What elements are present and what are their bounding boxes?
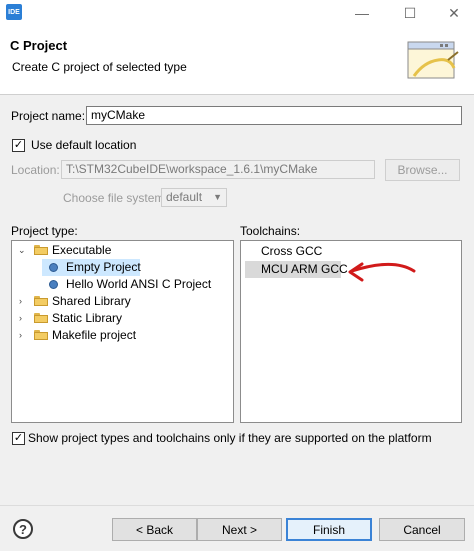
tree-item-label: Executable bbox=[52, 243, 112, 257]
tree-item-empty-project[interactable]: Empty Project bbox=[12, 259, 233, 276]
location-label: Location: bbox=[11, 163, 60, 177]
tree-item-shared-library[interactable]: › Shared Library bbox=[12, 293, 233, 310]
tree-item-static-library[interactable]: › Static Library bbox=[12, 310, 233, 327]
tree-item-label: Empty Project bbox=[66, 260, 141, 274]
project-type-label: Project type: bbox=[11, 224, 78, 238]
check-icon: ✓ bbox=[13, 432, 24, 444]
chevron-right-icon[interactable]: › bbox=[19, 293, 29, 310]
toolchains-label: Toolchains: bbox=[240, 224, 301, 238]
chevron-right-icon[interactable]: › bbox=[19, 310, 29, 327]
file-system-value: default bbox=[166, 190, 203, 204]
close-button[interactable]: ✕ bbox=[438, 0, 470, 26]
app-icon: IDE bbox=[6, 4, 22, 20]
use-default-location-label: Use default location bbox=[31, 138, 137, 152]
folder-icon bbox=[34, 313, 48, 323]
finish-button[interactable]: Finish bbox=[286, 518, 372, 541]
tree-item-hello-world[interactable]: Hello World ANSI C Project bbox=[12, 276, 233, 293]
folder-icon bbox=[34, 330, 48, 340]
tree-item-label: Shared Library bbox=[52, 294, 131, 308]
page-title: C Project bbox=[10, 38, 68, 53]
list-item-label: Cross GCC bbox=[261, 244, 323, 258]
tree-item-makefile-project[interactable]: › Makefile project bbox=[12, 327, 233, 344]
wizard-banner-icon bbox=[407, 41, 459, 79]
project-name-label: Project name: bbox=[11, 109, 86, 123]
annotation-arrow bbox=[348, 262, 416, 282]
page-description: Create C project of selected type bbox=[12, 60, 187, 74]
file-system-select[interactable]: default ▼ bbox=[161, 188, 227, 207]
browse-button[interactable]: Browse... bbox=[385, 159, 460, 181]
use-default-location-checkbox[interactable]: ✓ bbox=[12, 139, 25, 152]
file-system-label: Choose file system: bbox=[63, 191, 168, 205]
project-name-input[interactable]: myCMake bbox=[86, 106, 462, 125]
folder-icon bbox=[34, 296, 48, 306]
tree-item-label: Makefile project bbox=[52, 328, 137, 342]
tree-item-label: Static Library bbox=[52, 311, 123, 325]
chevron-right-icon[interactable]: › bbox=[19, 327, 29, 344]
minimize-button[interactable]: — bbox=[346, 0, 378, 26]
chevron-down-icon: ▼ bbox=[213, 192, 222, 202]
back-button[interactable]: < Back bbox=[112, 518, 197, 541]
show-supported-label: Show project types and toolchains only i… bbox=[28, 431, 432, 445]
maximize-button[interactable]: ☐ bbox=[394, 0, 426, 26]
footer-divider bbox=[0, 505, 474, 506]
project-type-tree[interactable]: ⌄ Executable Empty Project Hello World A… bbox=[11, 240, 234, 423]
wizard-header: C Project Create C project of selected t… bbox=[0, 26, 474, 95]
project-type-icon bbox=[49, 280, 58, 289]
tree-item-label: Hello World ANSI C Project bbox=[66, 277, 212, 291]
cancel-button[interactable]: Cancel bbox=[379, 518, 465, 541]
folder-icon bbox=[34, 245, 48, 255]
chevron-down-icon[interactable]: ⌄ bbox=[18, 242, 28, 259]
next-button[interactable]: Next > bbox=[197, 518, 282, 541]
help-button[interactable]: ? bbox=[13, 519, 33, 539]
show-supported-checkbox[interactable]: ✓ bbox=[12, 432, 25, 445]
tree-item-executable[interactable]: ⌄ Executable bbox=[12, 242, 233, 259]
project-type-icon bbox=[49, 263, 58, 272]
list-item-label: MCU ARM GCC bbox=[261, 262, 348, 276]
title-bar: IDE — ☐ ✕ bbox=[0, 0, 474, 26]
check-icon: ✓ bbox=[13, 139, 24, 151]
location-input[interactable]: T:\STM32CubeIDE\workspace_1.6.1\myCMake bbox=[61, 160, 375, 179]
